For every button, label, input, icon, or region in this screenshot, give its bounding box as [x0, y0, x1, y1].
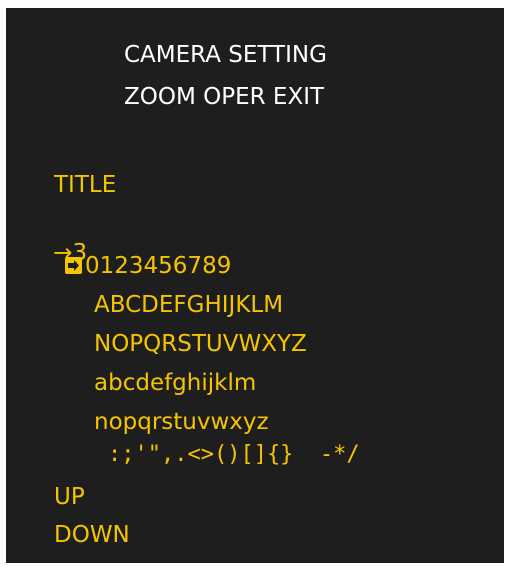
osd-menu-screen: CAMERA SETTING ZOOM OPER EXIT TITLE →3 0…: [6, 8, 504, 563]
menu-subtitle-zoom-oper-exit: ZOOM OPER EXIT: [124, 84, 325, 110]
title-current-value-row: →3: [24, 211, 87, 295]
menu-title-camera-setting: CAMERA SETTING: [124, 42, 327, 68]
char-row-upper-n-z[interactable]: NOPQRSTUVWXYZ: [94, 330, 307, 358]
up-menu-item[interactable]: UP: [54, 483, 85, 511]
title-section-label: TITLE: [54, 172, 117, 198]
char-row-lower-n-z[interactable]: nopqrstuvwxyz: [94, 408, 269, 436]
char-row-symbols[interactable]: :;'",.<>()[]{} -*/: [108, 441, 360, 469]
char-row-upper-a-m[interactable]: ABCDEFGHIJKLM: [94, 291, 283, 319]
char-row-lower-a-m[interactable]: abcdefghijklm: [94, 369, 256, 397]
char-row-digits[interactable]: 0123456789: [85, 252, 231, 280]
down-menu-item[interactable]: DOWN: [54, 521, 130, 549]
cursor-arrow-box-icon: [65, 257, 82, 274]
